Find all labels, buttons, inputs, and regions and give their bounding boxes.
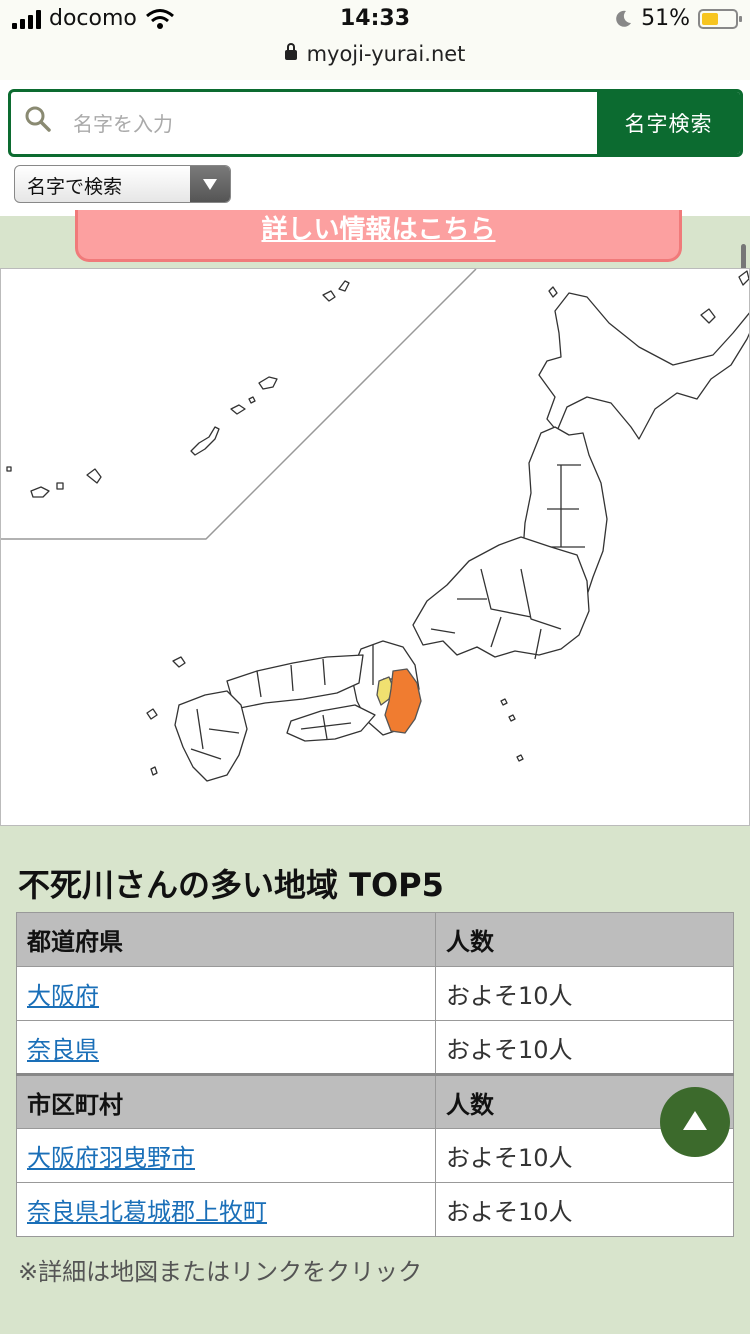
search-mode-select[interactable]: 名字で検索 <box>14 165 231 203</box>
island-daito <box>322 280 350 302</box>
island-misc <box>6 396 256 472</box>
japan-map-svg <box>1 269 749 782</box>
status-bar: docomo 14:33 51% myoji-yurai.net <box>0 0 750 80</box>
chevron-down-icon <box>190 166 230 202</box>
region-chugoku <box>226 654 364 710</box>
details-link[interactable]: 詳しい情報はこちら <box>261 215 495 245</box>
back-to-top-button[interactable] <box>660 1087 730 1157</box>
island-okinawa <box>190 426 220 456</box>
prefecture-link[interactable]: 奈良県 <box>27 1036 99 1064</box>
count-cell: およそ10人 <box>435 1020 734 1075</box>
island-amami <box>230 376 278 415</box>
status-right: 51% <box>613 6 742 31</box>
table-row: 奈良県 およそ10人 <box>16 1020 734 1075</box>
moon-icon <box>616 10 632 27</box>
table-row: 奈良県北葛城郡上牧町 およそ10人 <box>16 1182 734 1237</box>
region-shikoku <box>286 704 376 742</box>
search-header: 名字検索 名字で検索 <box>0 80 750 216</box>
prefecture-count-header: 人数 <box>435 912 734 967</box>
count-cell: およそ10人 <box>435 966 734 1021</box>
city-link[interactable]: 奈良県北葛城郡上牧町 <box>27 1198 267 1226</box>
city-header-row: 市区町村 人数 <box>16 1073 734 1129</box>
battery-icon <box>698 8 742 29</box>
table-row: 大阪府羽曳野市 およそ10人 <box>16 1128 734 1183</box>
city-link[interactable]: 大阪府羽曳野市 <box>27 1144 195 1172</box>
island-yaeyama <box>30 468 102 498</box>
ranking-title: 不死川さんの多い地域 TOP5 <box>18 866 444 904</box>
lock-icon <box>284 43 297 60</box>
city-header: 市区町村 <box>16 1073 436 1129</box>
search-input[interactable] <box>71 100 595 148</box>
details-banner: 詳しい情報はこちら <box>75 210 682 262</box>
prefecture-link[interactable]: 大阪府 <box>27 982 99 1010</box>
table-row: 大阪府 およそ10人 <box>16 966 734 1021</box>
search-icon <box>25 106 51 132</box>
japan-map[interactable] <box>0 268 750 826</box>
url-bar[interactable]: myoji-yurai.net <box>0 42 750 66</box>
count-cell: およそ10人 <box>435 1182 734 1237</box>
battery-percent: 51% <box>641 6 690 31</box>
search-form: 名字検索 <box>8 89 743 157</box>
prefecture-header-row: 都道府県 人数 <box>16 912 734 967</box>
region-hokkaido <box>538 292 749 440</box>
region-kyushu <box>174 690 248 782</box>
search-mode-value: 名字で検索 <box>27 176 123 198</box>
url-text: myoji-yurai.net <box>306 42 466 66</box>
ranking-table: 都道府県 人数 大阪府 およそ10人 奈良県 およそ10人 市区町村 人数 大阪… <box>16 912 734 1237</box>
map-note: ※詳細は地図またはリンクをクリック <box>18 1258 423 1286</box>
search-button[interactable]: 名字検索 <box>597 92 740 154</box>
prefecture-header: 都道府県 <box>16 912 436 967</box>
arrow-up-icon <box>683 1111 707 1130</box>
